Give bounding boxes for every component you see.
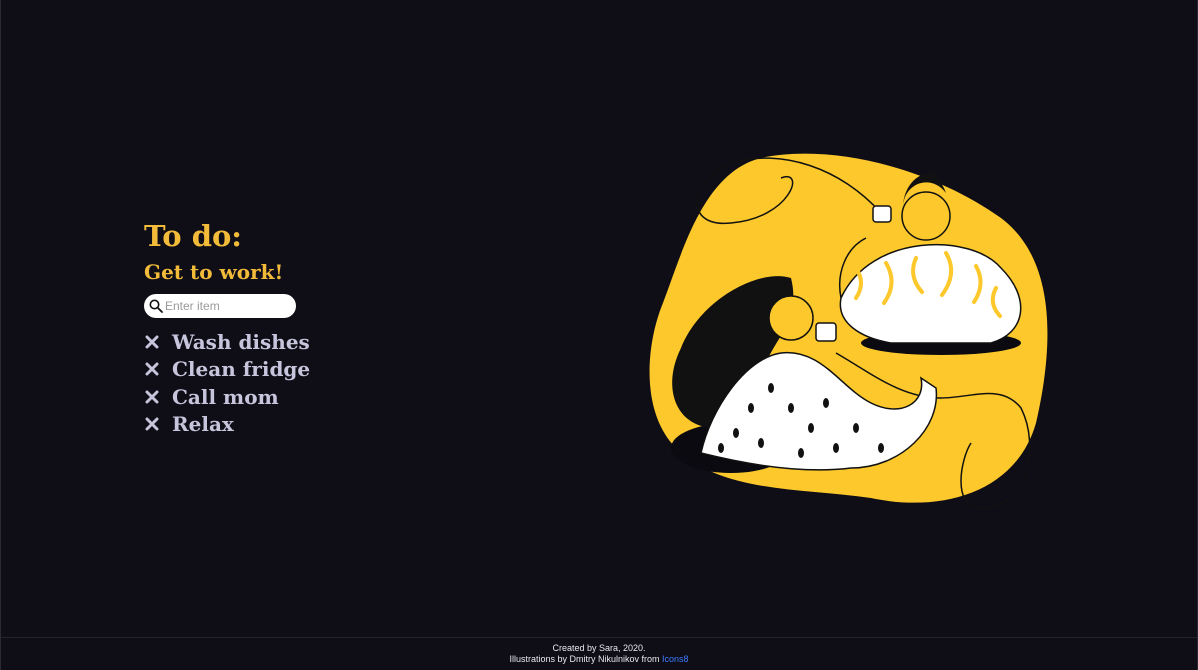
item-input[interactable] (165, 299, 290, 313)
todo-panel: To do: Get to work! Wash dishes (144, 218, 444, 438)
close-icon (145, 335, 159, 349)
man-cup (872, 205, 892, 223)
list-item: Relax (144, 411, 444, 439)
icons8-link[interactable]: Icons8 (662, 654, 689, 664)
remove-item-button[interactable] (144, 389, 160, 405)
remove-item-button[interactable] (144, 334, 160, 350)
footer-illustration-credit: Illustrations by Dmitry Nikulnikov from … (1, 654, 1197, 665)
footer-credit: Created by Sara, 2020. (552, 643, 646, 653)
list-item: Clean fridge (144, 356, 444, 384)
item-input-box[interactable] (144, 294, 296, 318)
list-item-label: Relax (172, 412, 234, 437)
footer-credit-text: Illustrations by Dmitry Nikulnikov from (509, 654, 662, 664)
list-item-label: Wash dishes (172, 329, 310, 354)
remove-item-button[interactable] (144, 361, 160, 377)
footer: Created by Sara, 2020. Illustrations by … (1, 637, 1197, 670)
list-item: Call mom (144, 383, 444, 411)
list-item-label: Call mom (172, 384, 279, 409)
woman-head (768, 295, 814, 341)
page-subtitle: Get to work! (144, 260, 284, 284)
list-item: Wash dishes (144, 328, 444, 356)
phone-call-illustration (649, 153, 1048, 509)
man-head (901, 191, 951, 241)
search-icon (149, 299, 163, 313)
todo-list: Wash dishes Clean fridge Call mom Relax (144, 328, 444, 438)
woman-cup (815, 322, 837, 342)
close-icon (145, 417, 159, 431)
close-icon (145, 362, 159, 376)
remove-item-button[interactable] (144, 416, 160, 432)
close-icon (145, 390, 159, 404)
page-title: To do: (144, 219, 243, 253)
list-item-label: Clean fridge (172, 357, 311, 382)
